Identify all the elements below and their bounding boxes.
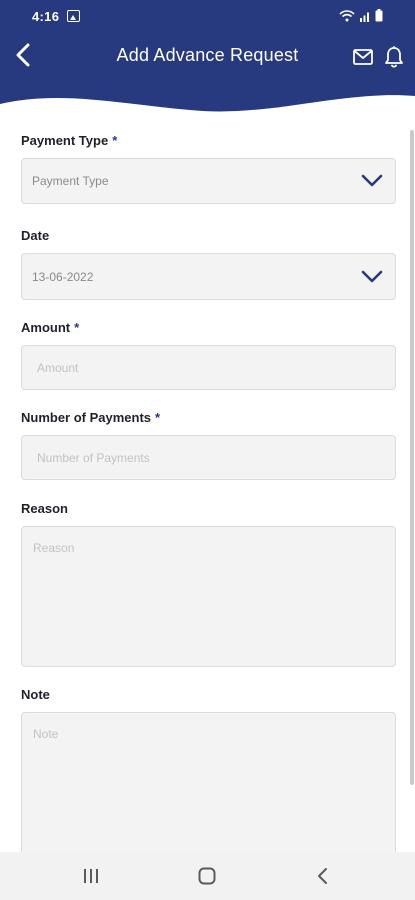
reason-placeholder: Reason [33,541,75,555]
note-placeholder: Note [33,727,59,741]
date-label-text: Date [21,228,50,243]
note-label: Note [21,687,50,702]
note-textarea[interactable]: Note [21,712,396,862]
amount-label-text: Amount [21,320,71,335]
date-label: Date [21,228,49,243]
required-marker: * [112,133,118,148]
recents-icon [84,869,98,883]
amount-label: Amount * [21,320,79,335]
app-header: 4:16 Add Advance Request [0,0,415,120]
recents-button[interactable] [79,864,103,888]
reason-label-text: Reason [21,501,68,516]
amount-input[interactable]: Amount [21,345,396,390]
wifi-icon [339,9,355,21]
required-marker: * [74,320,80,335]
num-payments-label: Number of Payments * [21,410,160,425]
num-payments-placeholder: Number of Payments [37,450,150,465]
system-back-button[interactable] [311,864,335,888]
date-picker[interactable]: 13-06-2022 [21,253,396,300]
reason-label: Reason [21,501,68,516]
reason-textarea[interactable]: Reason [21,526,396,667]
payment-type-label: Payment Type * [21,133,117,148]
note-label-text: Note [21,687,50,702]
status-bar: 4:16 [0,0,415,34]
battery-icon [375,9,383,22]
date-value: 13-06-2022 [32,269,94,284]
signal-icon [360,12,369,22]
gallery-icon [67,10,80,22]
required-marker: * [155,410,161,425]
payment-type-placeholder: Payment Type [32,174,109,188]
chevron-down-icon [361,174,383,187]
scrollbar[interactable] [410,130,414,785]
mail-icon [353,49,373,65]
home-icon [198,867,216,885]
back-icon [318,868,327,884]
num-payments-input[interactable]: Number of Payments [21,435,396,480]
amount-placeholder: Amount [37,360,79,375]
bell-icon [385,46,403,68]
mail-button[interactable] [352,46,374,68]
status-time: 4:16 [32,9,60,24]
status-icons [339,9,383,22]
chevron-down-icon [361,270,383,282]
system-nav-bar [0,852,415,900]
notifications-button[interactable] [383,45,405,69]
num-payments-label-text: Number of Payments [21,410,152,425]
payment-type-label-text: Payment Type [21,133,109,148]
payment-type-select[interactable]: Payment Type [21,158,396,204]
home-button[interactable] [195,864,219,888]
